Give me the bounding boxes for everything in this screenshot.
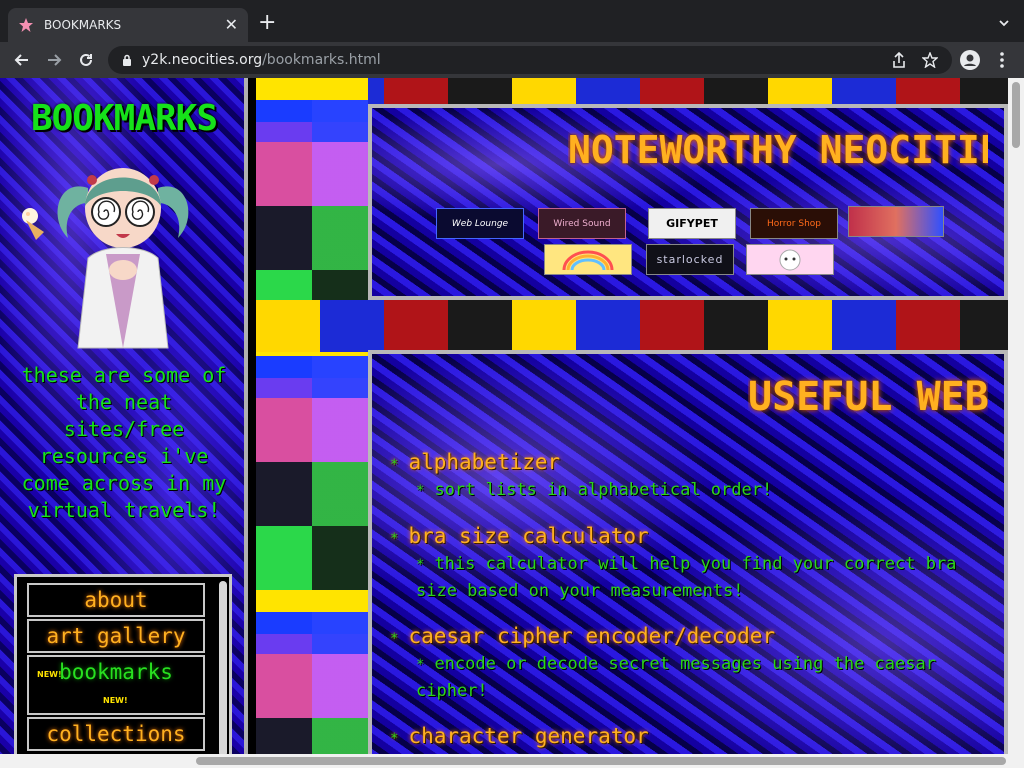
horizontal-scrollbar[interactable] — [0, 754, 1008, 768]
nav-scrollbar[interactable] — [219, 581, 227, 757]
site-button-gifypet[interactable]: GIFYPET — [648, 208, 736, 239]
resource-link[interactable]: caesar cipher encoder/decoder — [408, 624, 775, 648]
bullet-icon: * — [416, 557, 425, 573]
site-button-face[interactable] — [848, 206, 944, 237]
site-button-cute[interactable] — [746, 244, 834, 275]
resource-link[interactable]: bra size calculator — [408, 524, 648, 548]
bullet-icon: * — [416, 657, 425, 673]
new-badge: NEW! — [103, 696, 128, 705]
resource-description: encode or decode secret messages using t… — [416, 654, 936, 701]
site-button-horror-shop[interactable]: Horror Shop — [750, 208, 838, 239]
page-title: BOOKMARKS — [30, 98, 218, 139]
resource-description: sort lists in alphabetical order! — [434, 480, 773, 500]
vertical-scrollbar[interactable] — [1008, 78, 1024, 768]
lock-icon[interactable] — [122, 54, 132, 66]
site-button-starlocked[interactable]: starlocked — [646, 244, 734, 275]
useful-web-panel: USEFUL WEB * alphabetizer * sort lists in … — [368, 350, 1008, 768]
address-bar[interactable]: y2k.neocities.org /bookmarks.html — [108, 46, 952, 74]
browser-tab[interactable]: BOOKMARKS ✕ — [8, 8, 248, 42]
resource-description: this calculator will help you find your … — [416, 554, 957, 601]
button-label: Wired Sound — [553, 218, 611, 229]
button-label: starlocked — [656, 253, 724, 266]
nav-box: about art gallery NEW! bookmarks NEW! co… — [14, 574, 232, 768]
site-button-web-lounge[interactable]: Web Lounge — [436, 208, 524, 239]
star-icon[interactable] — [922, 46, 938, 74]
close-icon[interactable]: ✕ — [225, 17, 238, 33]
bullet-icon: * — [390, 731, 399, 747]
site-button-wired-sound[interactable]: Wired Sound — [538, 208, 626, 239]
cute-face-icon — [779, 249, 801, 270]
back-icon[interactable] — [12, 50, 32, 70]
url-path: /bookmarks.html — [262, 52, 381, 68]
mascot-illustration — [57, 168, 189, 349]
nav-link-about[interactable]: about — [27, 583, 205, 617]
bullet-icon: * — [390, 457, 399, 473]
page-viewport: BOOKMARKS these are some of the neat sit — [0, 78, 1024, 768]
resource-link[interactable]: character generator — [408, 724, 648, 748]
profile-icon[interactable] — [960, 50, 980, 70]
list-item: * alphabetizer * sort lists in alphabetica… — [390, 450, 980, 504]
new-badge: NEW! — [37, 670, 62, 679]
list-item: * caesar cipher encoder/decoder * encode o… — [390, 624, 980, 704]
tab-title: BOOKMARKS — [44, 18, 122, 32]
bullet-icon: * — [390, 631, 399, 647]
rainbow-icon — [562, 250, 614, 270]
ice-cream-icon — [22, 208, 44, 240]
resource-list: * alphabetizer * sort lists in alphabetica… — [390, 450, 980, 768]
plus-icon[interactable]: + — [258, 12, 276, 34]
noteworthy-panel: NOTEWORTHY NEOCITIE Web Lounge Wired Sou… — [368, 104, 1008, 300]
bullet-icon: * — [416, 483, 425, 499]
panel-title: NOTEWORTHY NEOCITIE — [568, 128, 988, 172]
browser-toolbar: y2k.neocities.org /bookmarks.html — [0, 42, 1024, 78]
scroll-thumb[interactable] — [196, 757, 1006, 765]
scroll-thumb[interactable] — [1012, 82, 1020, 148]
bullet-icon: * — [390, 531, 399, 547]
panel-title: USEFUL WEB — [748, 374, 988, 420]
list-item: * bra size calculator * this calculator wi… — [390, 524, 980, 604]
list-item: * character generator — [390, 724, 980, 751]
reload-icon[interactable] — [76, 50, 96, 70]
button-label: Horror Shop — [766, 218, 822, 229]
collage-column — [256, 78, 368, 768]
nav-link-collections[interactable]: collections — [27, 717, 205, 751]
forward-icon[interactable] — [44, 50, 64, 70]
menu-icon[interactable] — [992, 50, 1012, 70]
collage-strip-middle — [256, 300, 1008, 352]
nav-link-bookmarks[interactable]: NEW! bookmarks NEW! — [27, 655, 205, 715]
nav-link-art-gallery[interactable]: art gallery — [27, 619, 205, 653]
url-host: y2k.neocities.org — [142, 52, 263, 68]
button-label: GIFYPET — [666, 217, 718, 230]
intro-text: these are some of the neat sites/free re… — [21, 363, 227, 522]
resource-link[interactable]: alphabetizer — [408, 450, 560, 474]
sidebar: BOOKMARKS these are some of the neat sit — [0, 78, 248, 768]
tab-bar: BOOKMARKS ✕ + — [0, 0, 1024, 42]
site-button-rainbow[interactable] — [544, 244, 632, 275]
nav-link-label: bookmarks — [59, 660, 173, 684]
button-label: Web Lounge — [451, 218, 509, 229]
chevron-down-icon[interactable] — [998, 14, 1010, 33]
share-icon[interactable] — [892, 46, 906, 74]
star-favicon-icon — [18, 17, 34, 33]
